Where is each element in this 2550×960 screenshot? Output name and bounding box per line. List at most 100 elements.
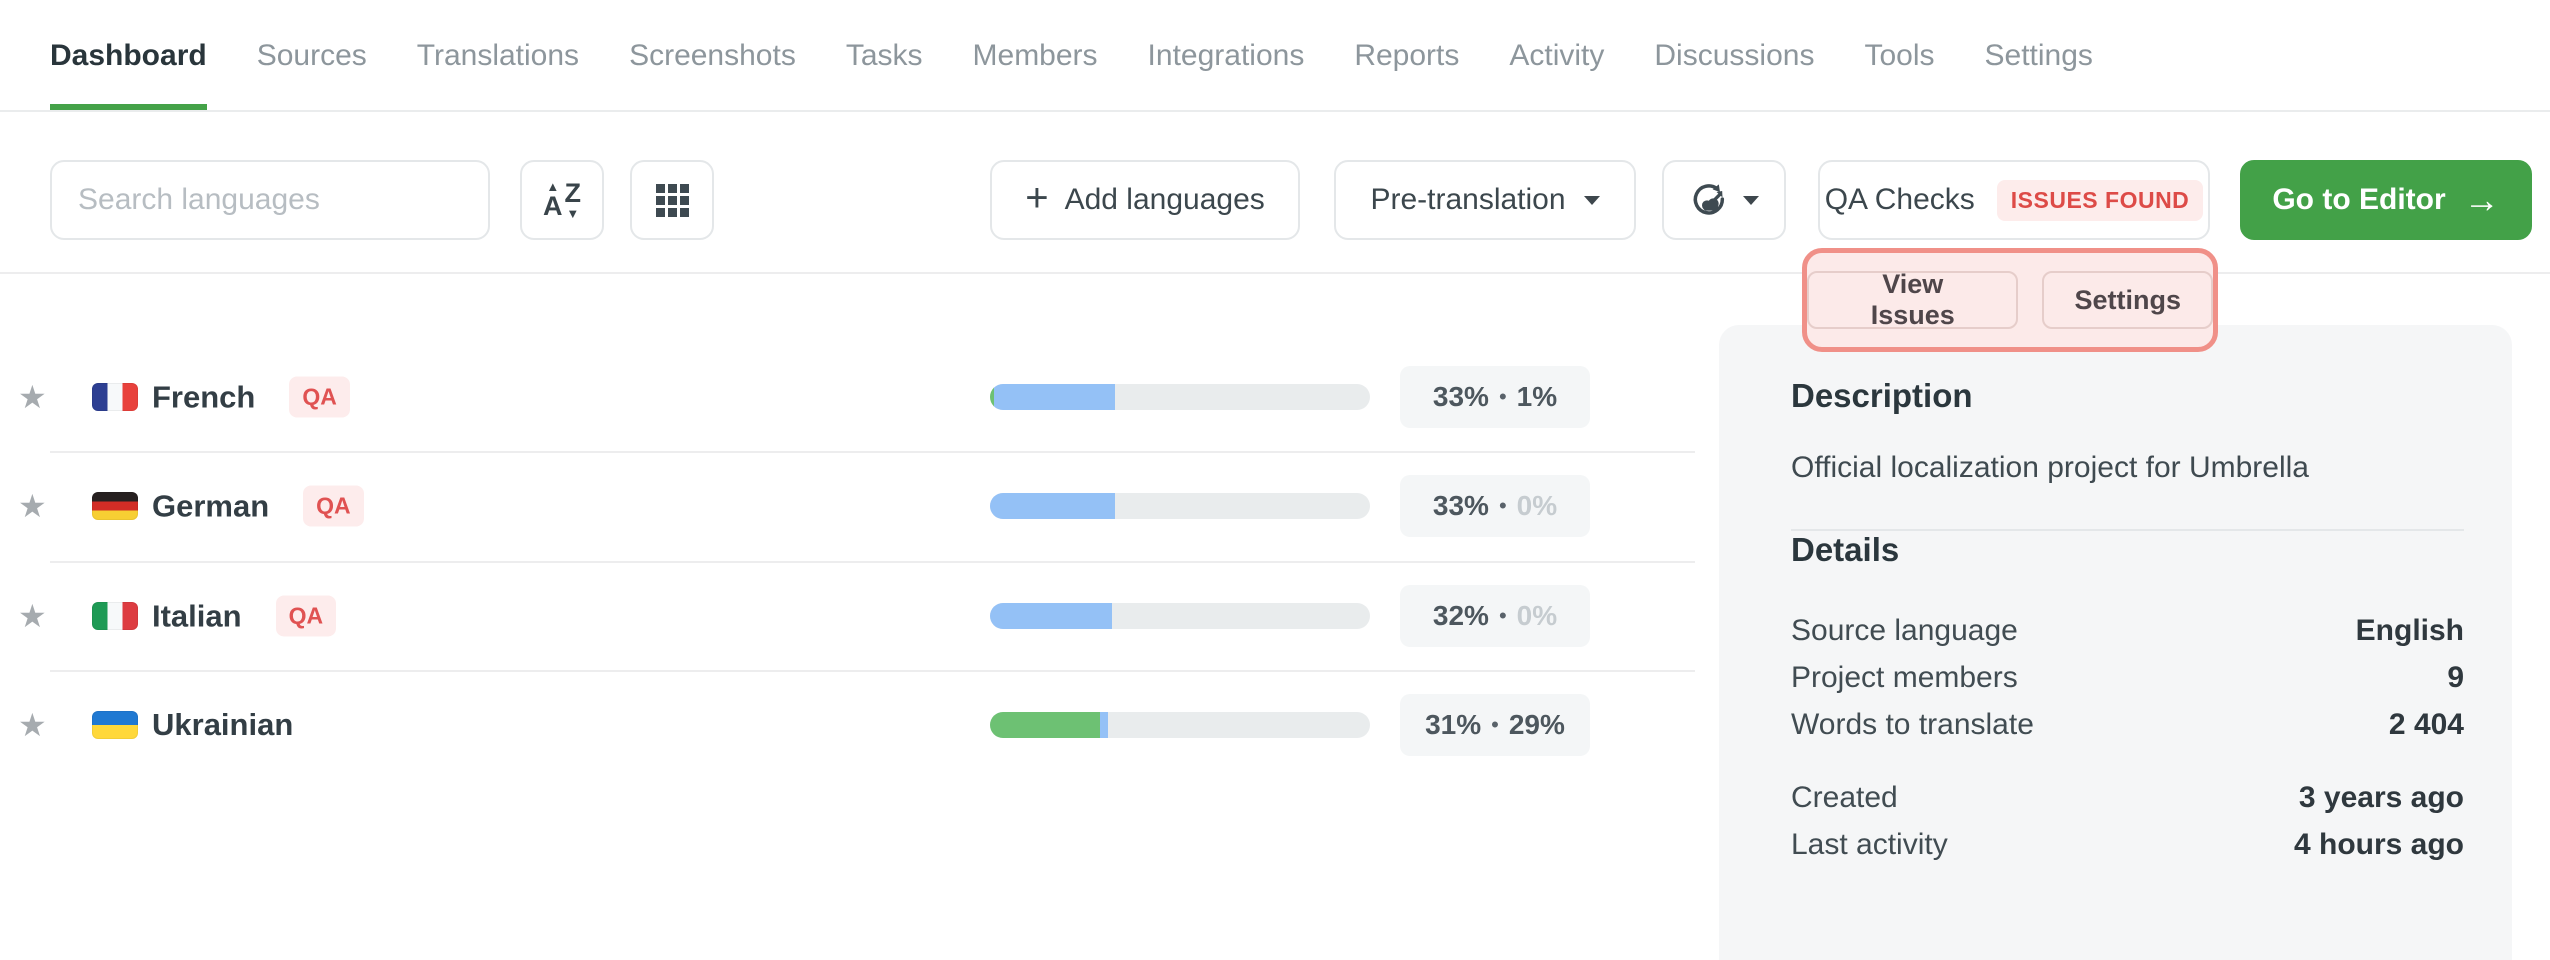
cloud-sync-dropdown[interactable] (1662, 160, 1786, 240)
qa-checks-button[interactable]: QA Checks ISSUES FOUND (1818, 160, 2210, 240)
issues-found-badge: ISSUES FOUND (1997, 180, 2204, 221)
nav-divider (0, 110, 2550, 112)
detail-label: Created (1791, 774, 1898, 821)
language-name-link[interactable]: Ukrainian (152, 707, 293, 743)
sort-alphabetical-icon: ▲A Z▼ (543, 180, 581, 220)
go-to-editor-button[interactable]: Go to Editor → (2240, 160, 2532, 240)
detail-label: Words to translate (1791, 701, 2034, 748)
qa-checks-label: QA Checks (1825, 183, 1975, 217)
detail-label: Last activity (1791, 821, 1948, 868)
chevron-down-icon (1743, 196, 1759, 205)
tab-members[interactable]: Members (973, 0, 1098, 112)
approved-percent: 1% (1517, 381, 1557, 413)
detail-value: 9 (2447, 654, 2464, 701)
tab-settings[interactable]: Settings (1985, 0, 2093, 112)
language-row-german[interactable]: ★ German QA 33% • 0% (0, 466, 1700, 546)
view-issues-button[interactable]: View Issues (1807, 271, 2018, 329)
row-divider (50, 451, 1695, 453)
grid-view-icon (656, 184, 689, 217)
detail-label: Project members (1791, 654, 2018, 701)
qa-checks-popover-highlight: View Issues Settings (1802, 248, 2218, 352)
language-row-italian[interactable]: ★ Italian QA 32% • 0% (0, 576, 1700, 656)
tab-screenshots[interactable]: Screenshots (629, 0, 796, 112)
details-title: Details (1791, 531, 2464, 569)
cloud-sync-icon (1689, 180, 1729, 220)
translated-percent: 32% (1433, 600, 1489, 632)
plus-icon: + (1025, 178, 1048, 218)
progress-stats: 32% • 0% (1400, 585, 1590, 647)
pre-translation-dropdown[interactable]: Pre-translation (1334, 160, 1636, 240)
german-flag-icon (92, 492, 138, 520)
grid-view-button[interactable] (630, 160, 714, 240)
italian-flag-icon (92, 602, 138, 630)
qa-issues-badge[interactable]: QA (303, 486, 364, 527)
language-row-ukrainian[interactable]: ★ Ukrainian 31% • 29% (0, 685, 1700, 765)
favorite-star-icon[interactable]: ★ (18, 706, 47, 744)
translated-percent: 33% (1433, 381, 1489, 413)
approved-percent: 0% (1517, 490, 1557, 522)
approved-percent: 29% (1509, 709, 1565, 741)
pre-translation-label: Pre-translation (1370, 183, 1565, 217)
chevron-down-icon (1584, 196, 1600, 205)
detail-row: Words to translate 2 404 (1791, 701, 2464, 748)
translation-progress-bar (990, 712, 1370, 738)
dot-separator: • (1499, 493, 1507, 519)
detail-value: English (2356, 607, 2464, 654)
tab-dashboard[interactable]: Dashboard (50, 0, 207, 112)
detail-value: 2 404 (2389, 701, 2464, 748)
progress-stats: 31% • 29% (1400, 694, 1590, 756)
progress-stats: 33% • 0% (1400, 475, 1590, 537)
tab-tasks[interactable]: Tasks (846, 0, 923, 112)
translation-progress-bar (990, 493, 1370, 519)
detail-value: 3 years ago (2299, 774, 2464, 821)
qa-issues-badge[interactable]: QA (289, 377, 350, 418)
detail-row: Source language English (1791, 607, 2464, 654)
tab-discussions[interactable]: Discussions (1654, 0, 1814, 112)
project-details-panel: Description Official localization projec… (1719, 325, 2512, 960)
detail-label: Source language (1791, 607, 2018, 654)
dot-separator: • (1499, 384, 1507, 410)
ukrainian-flag-icon (92, 711, 138, 739)
sort-alphabetical-button[interactable]: ▲A Z▼ (520, 160, 604, 240)
detail-row: Project members 9 (1791, 654, 2464, 701)
detail-value: 4 hours ago (2294, 821, 2464, 868)
add-languages-button[interactable]: + Add languages (990, 160, 1300, 240)
language-name-link[interactable]: French (152, 379, 255, 415)
row-divider (50, 670, 1695, 672)
progress-stats: 33% • 1% (1400, 366, 1590, 428)
translated-percent: 31% (1425, 709, 1481, 741)
tab-reports[interactable]: Reports (1354, 0, 1459, 112)
tab-translations[interactable]: Translations (417, 0, 579, 112)
details-list: Source language English Project members … (1791, 607, 2464, 868)
detail-row: Created 3 years ago (1791, 774, 2464, 821)
qa-settings-button[interactable]: Settings (2042, 271, 2213, 329)
project-dashboard-page: Dashboard Sources Translations Screensho… (0, 0, 2550, 960)
project-nav-tabs: Dashboard Sources Translations Screensho… (50, 0, 2093, 112)
go-to-editor-label: Go to Editor (2272, 183, 2445, 217)
language-name-link[interactable]: Italian (152, 598, 242, 634)
tab-integrations[interactable]: Integrations (1148, 0, 1305, 112)
approved-percent: 0% (1517, 600, 1557, 632)
language-name-link[interactable]: German (152, 488, 269, 524)
translation-progress-bar (990, 603, 1370, 629)
tab-sources[interactable]: Sources (257, 0, 367, 112)
dot-separator: • (1499, 603, 1507, 629)
french-flag-icon (92, 383, 138, 411)
dot-separator: • (1491, 712, 1499, 738)
add-languages-label: Add languages (1065, 183, 1265, 217)
qa-issues-badge[interactable]: QA (276, 596, 337, 637)
language-row-french[interactable]: ★ French QA 33% • 1% (0, 357, 1700, 437)
favorite-star-icon[interactable]: ★ (18, 597, 47, 635)
row-divider (50, 561, 1695, 563)
description-title: Description (1791, 377, 2464, 415)
favorite-star-icon[interactable]: ★ (18, 487, 47, 525)
tab-activity[interactable]: Activity (1509, 0, 1604, 112)
detail-row: Last activity 4 hours ago (1791, 821, 2464, 868)
description-text: Official localization project for Umbrel… (1791, 451, 2464, 485)
tab-tools[interactable]: Tools (1864, 0, 1934, 112)
favorite-star-icon[interactable]: ★ (18, 378, 47, 416)
translated-percent: 33% (1433, 490, 1489, 522)
translation-progress-bar (990, 384, 1370, 410)
arrow-right-icon: → (2464, 182, 2500, 218)
search-languages-input[interactable] (50, 160, 490, 240)
